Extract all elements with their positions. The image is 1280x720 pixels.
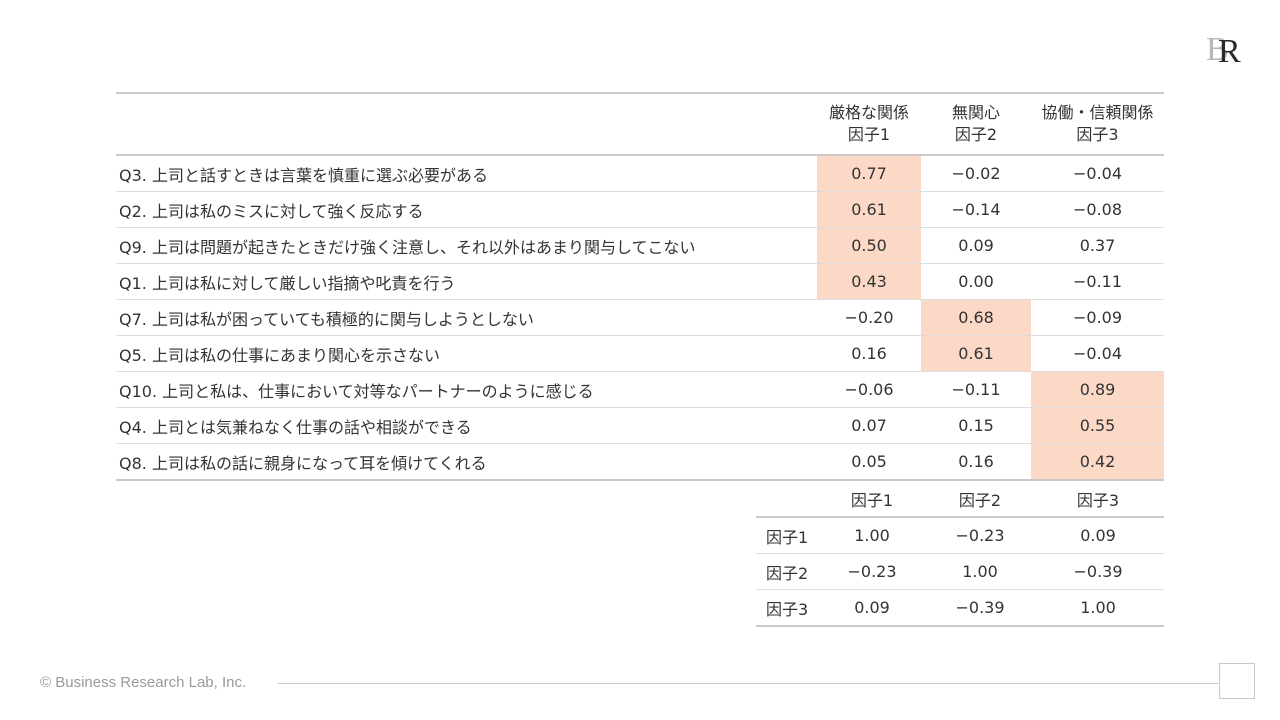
- correlation-value-factor2: −0.39: [928, 589, 1032, 627]
- page-number-box: [1219, 663, 1255, 699]
- loading-value-factor3: 0.37: [1031, 227, 1164, 264]
- factor-correlation-table: 因子1 因子2 因子3 因子1 1.00 −0.23 0.09 因子2 −0.23 1.00…: [756, 482, 1164, 627]
- correlation-value-factor3: 1.00: [1032, 589, 1164, 627]
- loading-value-factor2: 0.68: [921, 299, 1031, 336]
- item-label: Q10. 上司と私は、仕事において対等なパートナーのように感じる: [116, 371, 817, 408]
- loading-value-factor1: −0.06: [817, 371, 921, 408]
- correlation-value-factor3: −0.39: [1032, 553, 1164, 590]
- loading-value-factor2: 0.00: [921, 263, 1031, 300]
- loading-value-factor1: 0.77: [817, 155, 921, 192]
- item-label: Q4. 上司とは気兼ねなく仕事の話や相談ができる: [116, 407, 817, 444]
- factor-loading-table: 厳格な関係 因子1 無関心 因子2 協働・信頼関係 因子3 Q3. 上司と話すと…: [116, 92, 1164, 481]
- correlation-value-factor1: 0.09: [816, 589, 928, 627]
- company-logo: B R: [1206, 28, 1252, 66]
- correlation-header-blank: [756, 482, 816, 518]
- loading-value-factor2: 0.16: [921, 443, 1031, 481]
- footer-divider: [278, 683, 1218, 684]
- loading-value-factor1: −0.20: [817, 299, 921, 336]
- table-row: Q4. 上司とは気兼ねなく仕事の話や相談ができる 0.07 0.15 0.55: [116, 407, 1164, 444]
- loading-value-factor2: −0.02: [921, 155, 1031, 192]
- loading-value-factor2: −0.11: [921, 371, 1031, 408]
- loading-value-factor2: 0.15: [921, 407, 1031, 444]
- item-label: Q2. 上司は私のミスに対して強く反応する: [116, 191, 817, 228]
- correlation-value-factor1: −0.23: [816, 553, 928, 590]
- correlation-header-factor3: 因子3: [1032, 482, 1164, 518]
- correlation-row: 因子2 −0.23 1.00 −0.39: [756, 553, 1164, 590]
- loading-value-factor2: 0.09: [921, 227, 1031, 264]
- loading-value-factor3: −0.08: [1031, 191, 1164, 228]
- table-row: Q8. 上司は私の話に親身になって耳を傾けてくれる 0.05 0.16 0.42: [116, 443, 1164, 481]
- header-factor2: 無関心 因子2: [921, 92, 1031, 156]
- loading-value-factor1: 0.61: [817, 191, 921, 228]
- item-label: Q8. 上司は私の話に親身になって耳を傾けてくれる: [116, 443, 817, 481]
- loading-value-factor3: 0.55: [1031, 407, 1164, 444]
- loading-value-factor1: 0.50: [817, 227, 921, 264]
- table-row: Q1. 上司は私に対して厳しい指摘や叱責を行う 0.43 0.00 −0.11: [116, 263, 1164, 300]
- correlation-value-factor2: 1.00: [928, 553, 1032, 590]
- correlation-header-row: 因子1 因子2 因子3: [756, 482, 1164, 518]
- item-label: Q7. 上司は私が困っていても積極的に関与しようとしない: [116, 299, 817, 336]
- header-item: [116, 92, 817, 156]
- svg-text:R: R: [1218, 33, 1241, 66]
- loading-value-factor3: −0.09: [1031, 299, 1164, 336]
- item-label: Q3. 上司と話すときは言葉を慎重に選ぶ必要がある: [116, 155, 817, 192]
- table-row: Q2. 上司は私のミスに対して強く反応する 0.61 −0.14 −0.08: [116, 191, 1164, 228]
- correlation-header-factor1: 因子1: [816, 482, 928, 518]
- table-row: Q10. 上司と私は、仕事において対等なパートナーのように感じる −0.06 −0.…: [116, 371, 1164, 408]
- correlation-value-factor2: −0.23: [928, 517, 1032, 554]
- header-factor3: 協働・信頼関係 因子3: [1031, 92, 1164, 156]
- loading-value-factor3: 0.42: [1031, 443, 1164, 481]
- header-factor1: 厳格な関係 因子1: [817, 92, 921, 156]
- item-label: Q5. 上司は私の仕事にあまり関心を示さない: [116, 335, 817, 372]
- table-row: Q9. 上司は問題が起きたときだけ強く注意し、それ以外はあまり関与してこない 0.…: [116, 227, 1164, 264]
- table-header-row: 厳格な関係 因子1 無関心 因子2 協働・信頼関係 因子3: [116, 92, 1164, 156]
- correlation-value-factor1: 1.00: [816, 517, 928, 554]
- loading-value-factor1: 0.05: [817, 443, 921, 481]
- copyright-text: © Business Research Lab, Inc.: [40, 674, 247, 691]
- loading-value-factor2: −0.14: [921, 191, 1031, 228]
- correlation-row-label: 因子2: [756, 553, 816, 590]
- correlation-value-factor3: 0.09: [1032, 517, 1164, 554]
- item-label: Q1. 上司は私に対して厳しい指摘や叱責を行う: [116, 263, 817, 300]
- loading-value-factor3: −0.04: [1031, 335, 1164, 372]
- table-row: Q5. 上司は私の仕事にあまり関心を示さない 0.16 0.61 −0.04: [116, 335, 1164, 372]
- correlation-row-label: 因子1: [756, 517, 816, 554]
- loading-value-factor3: 0.89: [1031, 371, 1164, 408]
- loading-value-factor3: −0.11: [1031, 263, 1164, 300]
- correlation-row: 因子3 0.09 −0.39 1.00: [756, 589, 1164, 627]
- loading-value-factor3: −0.04: [1031, 155, 1164, 192]
- correlation-row-label: 因子3: [756, 589, 816, 627]
- loading-value-factor1: 0.16: [817, 335, 921, 372]
- loading-value-factor1: 0.07: [817, 407, 921, 444]
- item-label: Q9. 上司は問題が起きたときだけ強く注意し、それ以外はあまり関与してこない: [116, 227, 817, 264]
- loading-value-factor2: 0.61: [921, 335, 1031, 372]
- table-row: Q7. 上司は私が困っていても積極的に関与しようとしない −0.20 0.68 −0.…: [116, 299, 1164, 336]
- table-row: Q3. 上司と話すときは言葉を慎重に選ぶ必要がある 0.77 −0.02 −0.04: [116, 155, 1164, 192]
- correlation-row: 因子1 1.00 −0.23 0.09: [756, 517, 1164, 554]
- correlation-header-factor2: 因子2: [928, 482, 1032, 518]
- loading-value-factor1: 0.43: [817, 263, 921, 300]
